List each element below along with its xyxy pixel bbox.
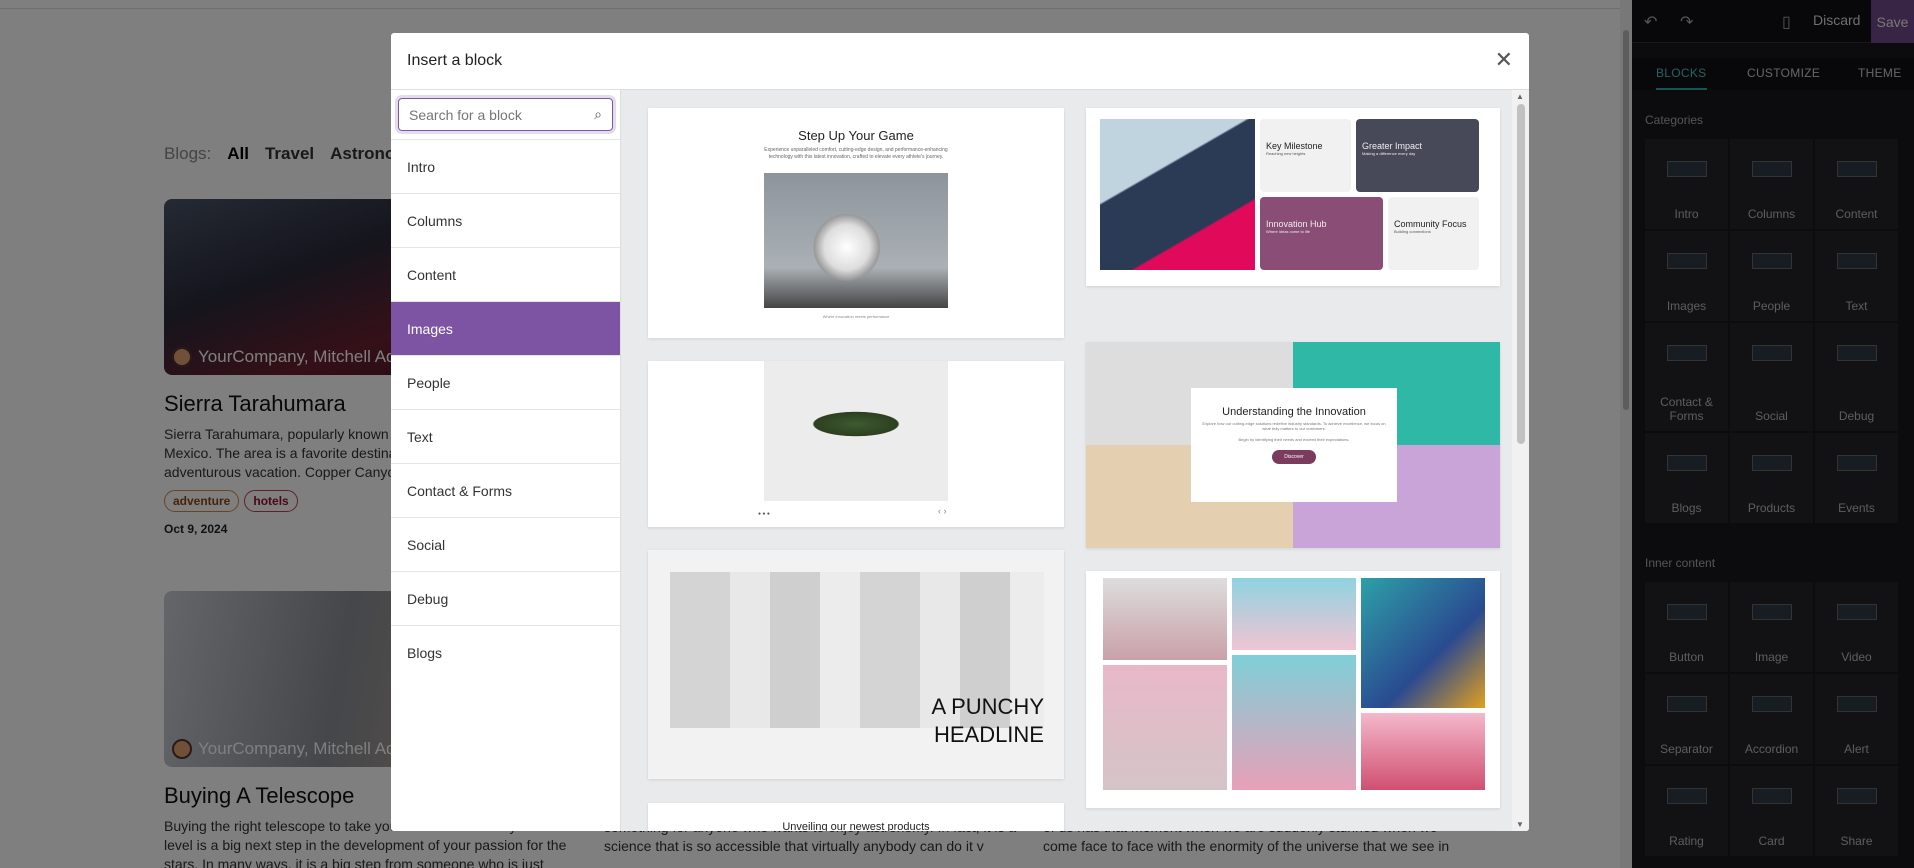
snippet-step-up[interactable]: Step Up Your Game Experience unparallele…: [648, 108, 1064, 338]
search-field[interactable]: ⌕: [398, 98, 613, 131]
category-blogs[interactable]: Blogs: [391, 625, 620, 679]
search-input[interactable]: [409, 106, 569, 123]
innovation-box: Understanding the Innovation Explore how…: [1191, 388, 1397, 502]
community-card: Community Focus Building connections: [1388, 197, 1479, 270]
snippet-understanding[interactable]: Understanding the Innovation Explore how…: [1086, 342, 1500, 548]
architecture-image: [1100, 119, 1255, 270]
category-text[interactable]: Text: [391, 409, 620, 463]
snippet-title: Step Up Your Game: [798, 128, 914, 143]
search-icon: ⌕: [594, 106, 602, 122]
discover-button: Discover: [1272, 450, 1316, 464]
category-debug[interactable]: Debug: [391, 571, 620, 625]
category-people[interactable]: People: [391, 355, 620, 409]
snippet-text: Begin by identifying their needs and exc…: [1238, 437, 1350, 442]
carousel-arrows[interactable]: ‹ ›: [938, 506, 947, 516]
category-social[interactable]: Social: [391, 517, 620, 571]
snippet-punchy[interactable]: A PUNCHY HEADLINE: [648, 550, 1064, 779]
category-images[interactable]: Images: [391, 301, 620, 355]
snippet-text: Explore how our cutting-edge solutions r…: [1202, 421, 1386, 431]
snippet-title: Understanding the Innovation: [1222, 406, 1366, 418]
snippet-carousel[interactable]: ● ● ● ‹ ›: [648, 361, 1064, 527]
snippet-image-gallery[interactable]: [1086, 571, 1500, 808]
carousel-indicators[interactable]: ● ● ●: [758, 511, 770, 517]
insert-block-dialog: Insert a block ✕ ⌕ IntroColumnsContentIm…: [391, 33, 1529, 831]
milestone-card: Key Milestone Reaching new heights: [1260, 119, 1351, 192]
impact-card: Greater Impact Making a difference every …: [1356, 119, 1479, 192]
category-content[interactable]: Content: [391, 247, 620, 301]
snippet-milestones[interactable]: Key Milestone Reaching new heights Greate…: [1086, 108, 1500, 286]
category-list: ⌕ IntroColumnsContentImagesPeopleTextCon…: [391, 90, 621, 831]
gallery-image: [1103, 578, 1227, 660]
innovation-card: Innovation Hub Where ideas come to life: [1260, 197, 1383, 270]
dialog-title: Insert a block: [407, 52, 503, 69]
snippet-products[interactable]: Unveiling our newest products: [648, 803, 1064, 831]
category-intro[interactable]: Intro: [391, 139, 620, 193]
category-columns[interactable]: Columns: [391, 193, 620, 247]
snippet-title: Unveiling our newest products: [782, 821, 930, 831]
gallery-image: [1232, 578, 1356, 650]
category-contact-forms[interactable]: Contact & Forms: [391, 463, 620, 517]
headline: A PUNCHY HEADLINE: [931, 694, 1044, 747]
sphere-image: [764, 173, 948, 308]
dialog-scrollbar[interactable]: ▲ ▼: [1512, 90, 1529, 831]
snippet-previews: Step Up Your Game Experience unparallele…: [621, 90, 1529, 831]
leaf-image: [764, 361, 948, 501]
gallery-image: [1361, 578, 1485, 708]
gallery-image: [1103, 665, 1227, 790]
snippet-text: Experience unparalleled comfort, cutting…: [764, 147, 948, 160]
snippet-caption: Where innovation meets performance: [822, 314, 890, 319]
gallery-image: [1361, 713, 1485, 790]
gallery-image: [1232, 655, 1356, 790]
close-icon[interactable]: ✕: [1495, 47, 1513, 73]
